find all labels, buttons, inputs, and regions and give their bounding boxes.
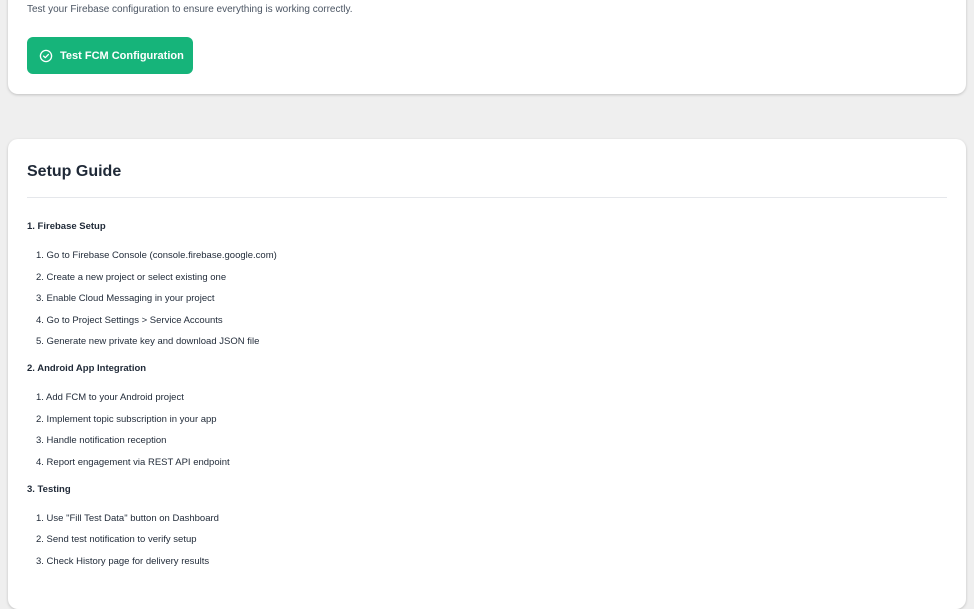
list-item: 3. Check History page for delivery resul… [36, 555, 210, 567]
test-fcm-configuration-button[interactable]: Test FCM Configuration [27, 37, 193, 74]
section-title-testing: 3. Testing [27, 483, 71, 495]
test-configuration-card: Test your Firebase configuration to ensu… [8, 0, 966, 94]
list-item: 4. Go to Project Settings > Service Acco… [36, 314, 223, 326]
list-item: 5. Generate new private key and download… [36, 336, 260, 347]
list-item: 1. Use "Fill Test Data" button on Dashbo… [36, 512, 219, 524]
divider [27, 197, 947, 198]
setup-guide-body: 1. Firebase Setup 1. Go to Firebase Cons… [27, 220, 947, 582]
list-item: 1. Add FCM to your Android project [36, 392, 184, 403]
setup-guide-card: Setup Guide 1. Firebase Setup 1. Go to F… [8, 139, 966, 609]
list-item: 2. Create a new project or select existi… [36, 271, 227, 283]
list-item: 2. Send test notification to verify setu… [36, 534, 197, 545]
list-item: 3. Enable Cloud Messaging in your projec… [36, 293, 215, 304]
list-item: 1. Go to Firebase Console (console.fireb… [36, 250, 277, 261]
list-item: 3. Handle notification reception [36, 435, 167, 446]
test-fcm-configuration-label: Test FCM Configuration [60, 49, 184, 62]
list-item: 2. Implement topic subscription in your … [36, 413, 217, 425]
section-title-firebase-setup: 1. Firebase Setup [27, 221, 106, 232]
firebase-setup-steps: 1. Go to Firebase Console (console.fireb… [27, 250, 947, 348]
section-title-android-integration: 2. Android App Integration [27, 363, 147, 374]
testing-steps: 1. Use "Fill Test Data" button on Dashbo… [27, 513, 947, 568]
list-item: 4. Report engagement via REST API endpoi… [36, 456, 230, 468]
test-description: Test your Firebase configuration to ensu… [27, 4, 353, 15]
check-circle-icon [39, 49, 53, 63]
setup-guide-title: Setup Guide [27, 163, 122, 180]
android-integration-steps: 1. Add FCM to your Android project 2. Im… [27, 392, 947, 469]
